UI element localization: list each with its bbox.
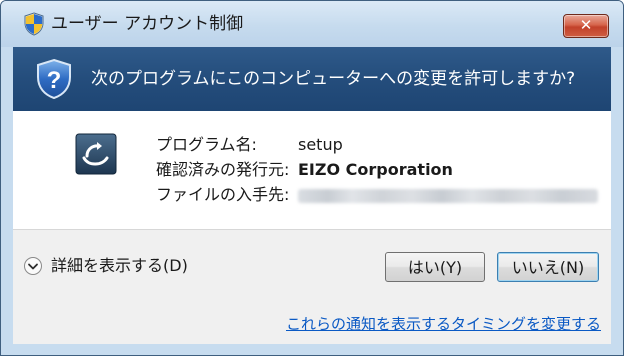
dialog-footer: 詳細を表示する(D) はい(Y) いいえ(N) これらの通知を表示するタイミング…: [13, 229, 611, 344]
notification-settings-link[interactable]: これらの通知を表示するタイミングを変更する: [286, 314, 601, 334]
no-button[interactable]: いいえ(N): [497, 252, 599, 282]
close-icon: ✕: [579, 16, 593, 34]
chevron-down-icon[interactable]: [23, 256, 43, 276]
program-name-label: プログラム名:: [156, 135, 257, 154]
close-button[interactable]: ✕: [563, 14, 609, 38]
program-name-value: setup: [298, 135, 343, 154]
question-banner: ? 次のプログラムにこのコンピューターへの変更を許可しますか?: [13, 47, 611, 111]
program-details: プログラム名: setup 確認済みの発行元: EIZO Corporation…: [13, 111, 611, 229]
publisher-row: 確認済みの発行元: EIZO Corporation: [156, 158, 453, 182]
file-origin-label: ファイルの入手先:: [156, 185, 290, 204]
title-bar[interactable]: ユーザー アカウント制御 ✕: [1, 1, 623, 47]
publisher-label: 確認済みの発行元:: [156, 160, 290, 179]
uac-dialog: ユーザー アカウント制御 ✕ ? 次のプログラムにこのコンピューターへの変更を許…: [0, 0, 624, 356]
file-origin-value-blurred: [298, 189, 598, 203]
publisher-value: EIZO Corporation: [298, 160, 453, 179]
svg-text:?: ?: [47, 67, 62, 94]
program-name-row: プログラム名: setup: [156, 133, 343, 157]
file-origin-row: ファイルの入手先:: [156, 183, 598, 207]
question-shield-icon: ?: [37, 58, 71, 100]
dialog-title: ユーザー アカウント制御: [51, 14, 244, 34]
yes-button[interactable]: はい(Y): [385, 252, 485, 282]
show-details-label[interactable]: 詳細を表示する(D): [51, 254, 188, 278]
question-text: 次のプログラムにこのコンピューターへの変更を許可しますか?: [91, 69, 576, 89]
uac-shield-icon: [24, 12, 44, 36]
setup-program-icon: [75, 133, 117, 175]
